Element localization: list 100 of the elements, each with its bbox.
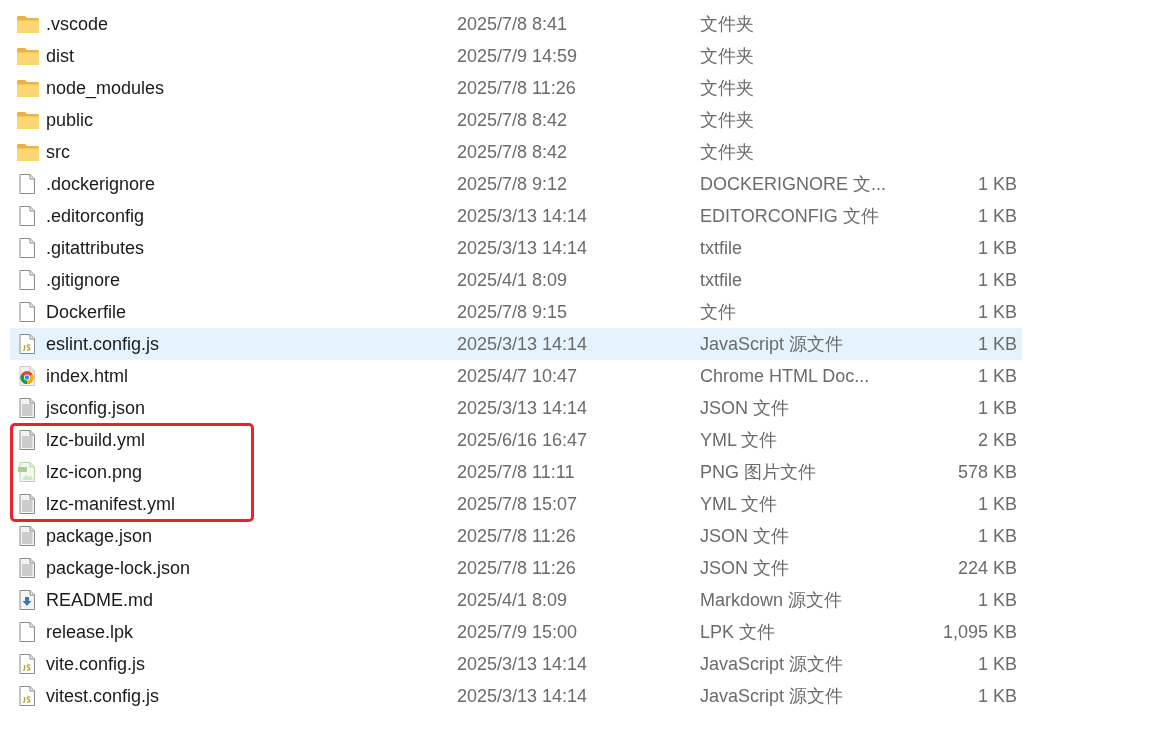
file-type: JavaScript 源文件 [700, 653, 844, 676]
file-size: 2 KB [977, 429, 1017, 451]
text-file-icon [17, 430, 37, 450]
modified-date: 2025/6/16 16:47 [457, 429, 588, 451]
modified-date: 2025/4/7 10:47 [457, 365, 578, 387]
modified-date: 2025/7/8 9:12 [457, 173, 568, 195]
file-size: 1 KB [977, 269, 1017, 291]
modified-date: 2025/7/8 9:15 [457, 301, 568, 323]
modified-date: 2025/3/13 14:14 [457, 333, 588, 355]
file-type: YML 文件 [700, 429, 778, 452]
file-type: Markdown 源文件 [700, 589, 843, 612]
file-name[interactable]: lzc-icon.png [46, 461, 143, 483]
file-size: 224 KB [957, 557, 1017, 579]
file-size: 1 KB [977, 173, 1017, 195]
file-size: 1 KB [977, 589, 1017, 611]
file-type: PNG 图片文件 [700, 461, 816, 484]
file-size: 1 KB [977, 365, 1017, 387]
file-name[interactable]: lzc-build.yml [46, 429, 146, 451]
file-size: 1 KB [977, 525, 1017, 547]
file-name[interactable]: vitest.config.js [46, 685, 160, 707]
modified-date: 2025/3/13 14:14 [457, 653, 588, 675]
modified-date: 2025/7/8 11:26 [457, 77, 576, 99]
file-name[interactable]: node_modules [46, 77, 165, 99]
file-type: 文件 [700, 301, 736, 324]
modified-date: 2025/3/13 14:14 [457, 205, 588, 227]
script-file-icon [17, 686, 37, 706]
file-name[interactable]: .editorconfig [46, 205, 145, 227]
file-name[interactable]: .vscode [46, 13, 109, 35]
modified-date: 2025/7/8 8:42 [457, 141, 568, 163]
file-size: 1 KB [977, 205, 1017, 227]
down-arrow-file-icon [17, 590, 37, 610]
folder-icon [17, 79, 39, 97]
modified-date: 2025/7/8 8:41 [457, 13, 568, 35]
text-file-icon [17, 398, 37, 418]
text-file-icon [17, 558, 37, 578]
file-type: JSON 文件 [700, 397, 789, 420]
file-size: 1 KB [977, 653, 1017, 675]
file-name[interactable]: README.md [46, 589, 153, 611]
blank-file-icon [17, 270, 37, 290]
file-size: 1,095 KB [942, 621, 1017, 643]
folder-icon [17, 111, 39, 129]
file-name[interactable]: dist [46, 45, 74, 67]
file-size: 1 KB [977, 333, 1017, 355]
file-type: Chrome HTML Doc... [700, 365, 870, 387]
file-type: DOCKERIGNORE 文... [700, 173, 887, 196]
modified-date: 2025/7/9 14:59 [457, 45, 578, 67]
modified-date: 2025/7/8 8:42 [457, 109, 568, 131]
modified-date: 2025/7/8 11:26 [457, 525, 576, 547]
file-name[interactable]: jsconfig.json [46, 397, 146, 419]
file-name[interactable]: .dockerignore [46, 173, 156, 195]
blank-file-icon [17, 238, 37, 258]
modified-date: 2025/3/13 14:14 [457, 397, 588, 419]
file-name[interactable]: package-lock.json [46, 557, 191, 579]
modified-date: 2025/7/8 15:07 [457, 493, 578, 515]
file-type: 文件夹 [700, 77, 754, 100]
folder-icon [17, 47, 39, 65]
file-name[interactable]: eslint.config.js [46, 333, 160, 355]
script-file-icon [17, 654, 37, 674]
file-name[interactable]: index.html [46, 365, 129, 387]
modified-date: 2025/3/13 14:14 [457, 237, 588, 259]
file-name[interactable]: vite.config.js [46, 653, 146, 675]
file-name[interactable]: release.lpk [46, 621, 134, 643]
file-type: 文件夹 [700, 141, 754, 164]
folder-icon [17, 15, 39, 33]
browser-file-icon [17, 366, 37, 386]
file-type: 文件夹 [700, 109, 754, 132]
file-type: 文件夹 [700, 45, 754, 68]
modified-date: 2025/4/1 8:09 [457, 589, 568, 611]
blank-file-icon [17, 302, 37, 322]
file-type: JavaScript 源文件 [700, 333, 844, 356]
file-size: 1 KB [977, 237, 1017, 259]
selected-row[interactable]: eslint.config.js 2025/3/13 14:14 JavaScript 源文件 1 KB [10, 328, 1022, 360]
file-type: txtfile [700, 269, 742, 291]
file-type: YML 文件 [700, 493, 778, 516]
file-name[interactable]: .gitattributes [46, 237, 145, 259]
file-type: 文件夹 [700, 13, 754, 36]
blank-file-icon [17, 206, 37, 226]
file-type: JavaScript 源文件 [700, 685, 844, 708]
file-size: 1 KB [977, 397, 1017, 419]
image-file-icon [17, 462, 37, 482]
file-name[interactable]: Dockerfile [46, 301, 127, 323]
file-name[interactable]: public [46, 109, 94, 131]
modified-date: 2025/4/1 8:09 [457, 269, 568, 291]
file-name[interactable]: .gitignore [46, 269, 121, 291]
file-name[interactable]: lzc-manifest.yml [46, 493, 175, 515]
file-name[interactable]: package.json [46, 525, 153, 547]
file-type: LPK 文件 [700, 621, 776, 644]
script-file-icon [17, 334, 37, 354]
modified-date: 2025/3/13 14:14 [457, 685, 588, 707]
text-file-icon [17, 494, 37, 514]
file-type: txtfile [700, 237, 742, 259]
folder-icon [17, 143, 39, 161]
modified-date: 2025/7/8 11:26 [457, 557, 576, 579]
file-type: JSON 文件 [700, 557, 789, 580]
file-size: 578 KB [957, 461, 1017, 483]
file-type: JSON 文件 [700, 525, 789, 548]
file-name[interactable]: src [46, 141, 70, 163]
blank-file-icon [17, 622, 37, 642]
file-size: 1 KB [977, 685, 1017, 707]
file-size: 1 KB [977, 301, 1017, 323]
